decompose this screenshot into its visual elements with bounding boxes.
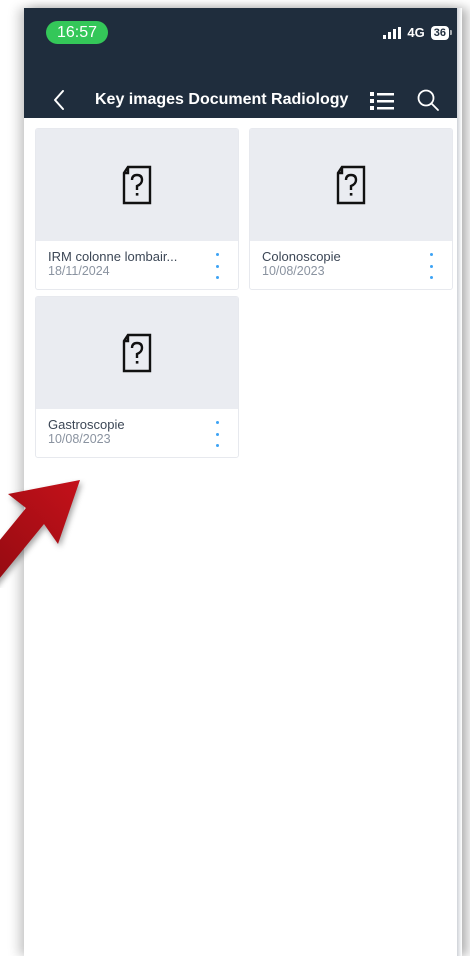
document-date: 10/08/2023 — [48, 432, 111, 446]
navigation-bar: Key images Document Radiology — [24, 74, 462, 118]
document-thumbnail — [36, 129, 238, 241]
battery-level: 36 — [430, 25, 449, 40]
page-title: Key images Document Radiology — [95, 91, 349, 108]
unknown-document-icon — [122, 333, 152, 373]
status-indicators: 4G 36 — [383, 25, 452, 40]
document-card[interactable]: Colonoscopie 10/08/2023 — [249, 128, 453, 290]
more-options-icon[interactable] — [424, 253, 438, 279]
chevron-left-icon[interactable] — [50, 88, 70, 112]
more-options-icon[interactable] — [210, 421, 224, 447]
annotation-arrow-icon — [0, 480, 80, 578]
document-title: Colonoscopie — [262, 249, 341, 264]
battery-tip — [450, 30, 452, 35]
signal-icon — [383, 26, 402, 39]
network-type: 4G — [407, 25, 425, 40]
document-card[interactable]: Gastroscopie 10/08/2023 — [35, 296, 239, 458]
unknown-document-icon — [122, 165, 152, 205]
list-view-icon[interactable] — [370, 91, 394, 111]
unknown-document-icon — [336, 165, 366, 205]
header-bar: 16:57 4G 36 Key images Document Radiolog… — [24, 8, 462, 118]
document-card[interactable]: IRM colonne lombair... 18/11/2024 — [35, 128, 239, 290]
document-date: 18/11/2024 — [48, 264, 110, 278]
more-options-icon[interactable] — [210, 253, 224, 279]
screen-edge — [457, 8, 462, 956]
search-icon[interactable] — [416, 88, 440, 112]
battery-icon: 36 — [430, 25, 452, 40]
document-title: IRM colonne lombair... — [48, 249, 178, 264]
document-thumbnail — [36, 297, 238, 409]
status-time: 16:57 — [46, 21, 109, 44]
document-title: Gastroscopie — [48, 417, 125, 432]
status-bar: 16:57 4G 36 — [24, 8, 462, 54]
document-thumbnail — [250, 129, 452, 241]
document-date: 10/08/2023 — [262, 264, 325, 278]
